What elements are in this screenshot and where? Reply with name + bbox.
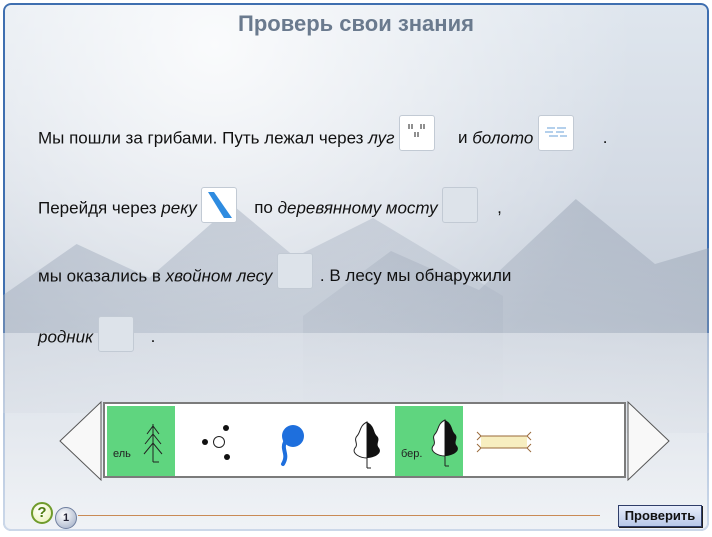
palette-strip: ель бер.	[103, 402, 626, 478]
bridge-symbol-icon	[476, 431, 532, 453]
sentence-line-2: Перейдя через реку по деревянному мосту …	[38, 187, 502, 227]
scroll-right-arrow-icon[interactable]	[626, 400, 671, 482]
text-fragment: по	[254, 198, 278, 218]
term-most: деревянному мосту	[277, 198, 438, 218]
page-title: Проверь свои знания	[238, 11, 474, 36]
symbol-palette: ель бер.	[58, 400, 671, 482]
palette-tile-deciduous[interactable]	[323, 406, 391, 476]
spring-symbol-icon	[202, 425, 230, 460]
text-fragment: .	[150, 327, 156, 347]
palette-tile-water[interactable]	[251, 406, 319, 476]
sentence-line-4: родник .	[38, 316, 156, 356]
palette-tile-el[interactable]: ель	[107, 406, 175, 476]
swamp-symbol-icon	[545, 127, 568, 137]
sentence-line-1: Мы пошли за грибами. Путь лежал через лу…	[38, 115, 608, 157]
drop-slot-boloto[interactable]	[538, 115, 575, 151]
text-fragment: .	[602, 128, 608, 148]
drop-slot-reka[interactable]	[201, 187, 238, 223]
spruce-symbol-icon	[143, 424, 163, 463]
birch-tree-icon	[431, 419, 458, 467]
term-boloto: болото	[472, 128, 534, 148]
exercise-frame: Проверь свои знания Мы пошли за грибами.…	[3, 3, 709, 531]
progress-divider	[78, 515, 600, 516]
drop-slot-lug[interactable]	[399, 115, 436, 151]
text-fragment: ,	[497, 198, 502, 218]
term-lug: луг	[368, 128, 395, 148]
palette-tile-bridge[interactable]	[467, 406, 535, 476]
term-reka: реку	[161, 198, 197, 218]
check-button[interactable]: Проверить	[618, 505, 702, 527]
palette-tile-spring[interactable]	[179, 406, 247, 476]
text-fragment: мы оказались в	[38, 266, 166, 286]
sentence-line-3: мы оказались в хвойном лесу . В лесу мы …	[38, 253, 512, 295]
deciduous-tree-icon	[353, 421, 380, 469]
text-fragment: . В лесу мы обнаружили	[319, 266, 512, 286]
drop-slot-les[interactable]	[277, 253, 314, 289]
water-source-icon	[281, 425, 304, 466]
text-fragment: Перейдя через	[38, 198, 162, 218]
drop-slot-most[interactable]	[442, 187, 479, 223]
term-rodnik: родник	[38, 327, 94, 347]
text-fragment: Мы пошли за грибами. Путь лежал через	[38, 128, 369, 148]
river-symbol-icon	[208, 192, 233, 218]
drop-slot-rodnik[interactable]	[97, 316, 134, 352]
text-fragment: и	[457, 128, 473, 148]
palette-tile-ber[interactable]: бер.	[395, 406, 463, 476]
scroll-left-arrow-icon[interactable]	[58, 400, 103, 482]
term-les: хвойном лесу	[165, 266, 273, 286]
help-button[interactable]: ?	[31, 502, 53, 524]
meadow-symbol-icon	[408, 124, 425, 137]
page-number-badge: 1	[55, 507, 77, 529]
